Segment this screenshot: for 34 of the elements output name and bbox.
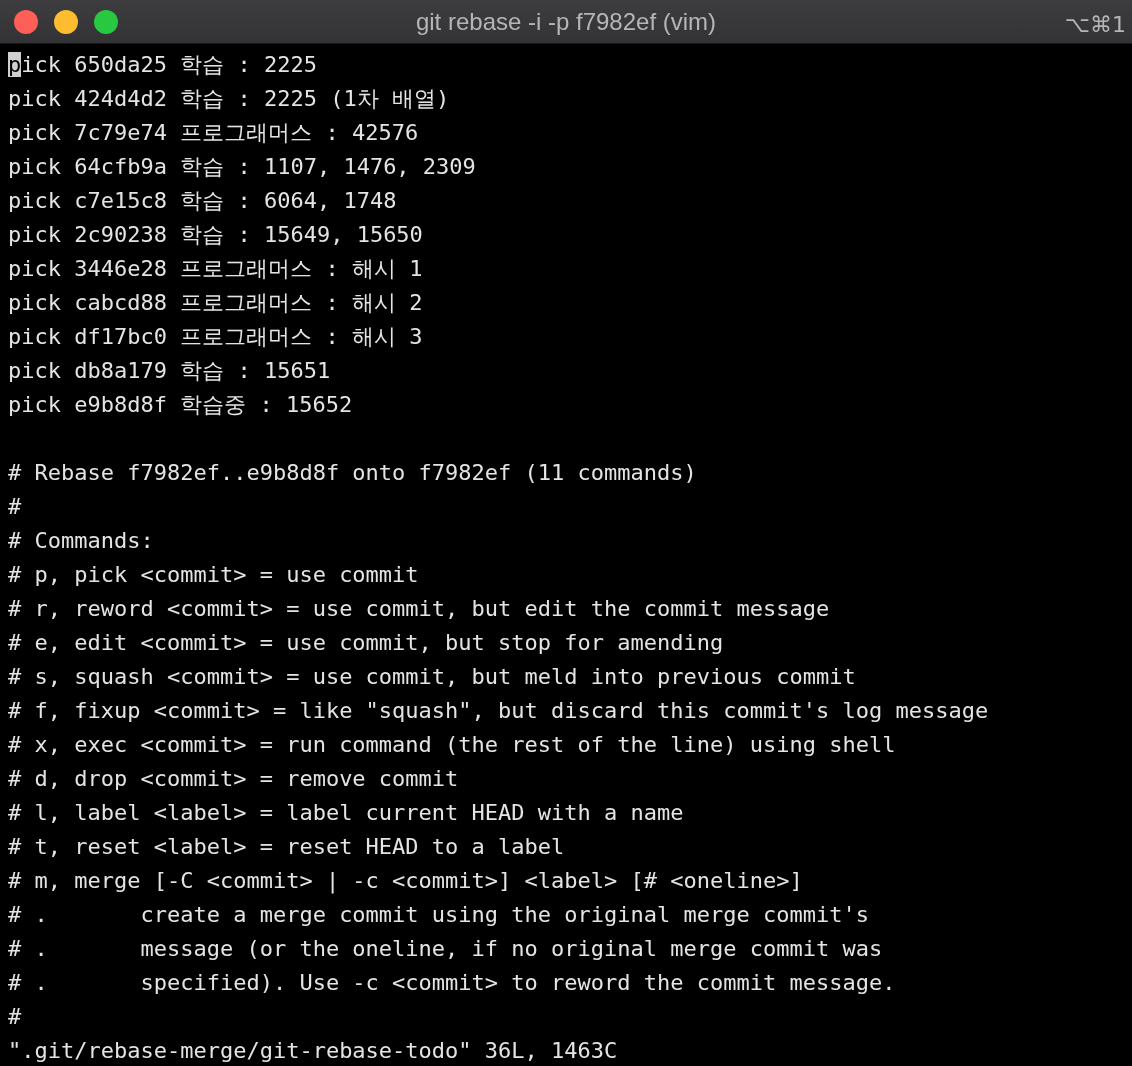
comment-line: # . create a merge commit using the original merge commit's bbox=[8, 901, 869, 929]
comment-line: # . message (or the oneline, if no original merge commit was bbox=[8, 935, 883, 963]
todo-line: pick c7e15c8 학습 : 6064, 1748 bbox=[8, 187, 397, 215]
comment-line: # Commands: bbox=[8, 527, 154, 555]
comment-line: # f, fixup <commit> = like "squash", but discard this commit's log message bbox=[8, 697, 989, 725]
todo-line: pick 650da25 학습 : 2225 bbox=[8, 51, 317, 79]
close-button[interactable] bbox=[14, 10, 38, 34]
comment-line: # s, squash <commit> = use commit, but meld into previous commit bbox=[8, 663, 856, 691]
todo-line: pick db8a179 학습 : 15651 bbox=[8, 357, 331, 385]
todo-line: pick 424d4d2 학습 : 2225 (1차 배열) bbox=[8, 85, 450, 113]
status-line: ".git/rebase-merge/git-rebase-todo" 36L, 1463C bbox=[8, 1037, 618, 1065]
comment-line: # e, edit <commit> = use commit, but stop for amending bbox=[8, 629, 724, 657]
comment-line: # r, reword <commit> = use commit, but edit the commit message bbox=[8, 595, 830, 623]
comment-line: # p, pick <commit> = use commit bbox=[8, 561, 419, 589]
zoom-button[interactable] bbox=[94, 10, 118, 34]
todo-line: pick 3446e28 프로그래머스 : 해시 1 bbox=[8, 255, 423, 283]
comment-line: # Rebase f7982ef..e9b8d8f onto f7982ef (11 commands) bbox=[8, 459, 697, 487]
todo-line: pick 2c90238 학습 : 15649, 15650 bbox=[8, 221, 423, 249]
window-shortcut: ⌥⌘1 bbox=[1064, 11, 1126, 39]
todo-line: pick cabcd88 프로그래머스 : 해시 2 bbox=[8, 289, 423, 317]
comment-line: # m, merge [-C <commit> | -c <commit>] <label> [# <oneline>] bbox=[8, 867, 803, 896]
comment-line: # l, label <label> = label current HEAD with a name bbox=[8, 799, 684, 827]
comment-line: # . specified). Use -c <commit> to reword the commit message. bbox=[8, 969, 896, 997]
comment-line: # t, reset <label> = reset HEAD to a label bbox=[8, 833, 565, 861]
minimize-button[interactable] bbox=[54, 10, 78, 34]
todo-line: pick 64cfb9a 학습 : 1107, 1476, 2309 bbox=[8, 153, 476, 181]
todo-line: pick df17bc0 프로그래머스 : 해시 3 bbox=[8, 323, 423, 351]
comment-line: # bbox=[8, 493, 22, 521]
comment-line: # x, exec <commit> = run command (the rest of the line) using shell bbox=[8, 731, 896, 759]
comment-line: # d, drop <commit> = remove commit bbox=[8, 765, 459, 793]
comment-line: # bbox=[8, 1003, 22, 1031]
window-title: git rebase -i -p f7982ef (vim) bbox=[415, 6, 717, 37]
todo-line: pick e9b8d8f 학습중 : 15652 bbox=[8, 391, 353, 419]
todo-line: pick 7c79e74 프로그래머스 : 42576 bbox=[8, 119, 419, 147]
